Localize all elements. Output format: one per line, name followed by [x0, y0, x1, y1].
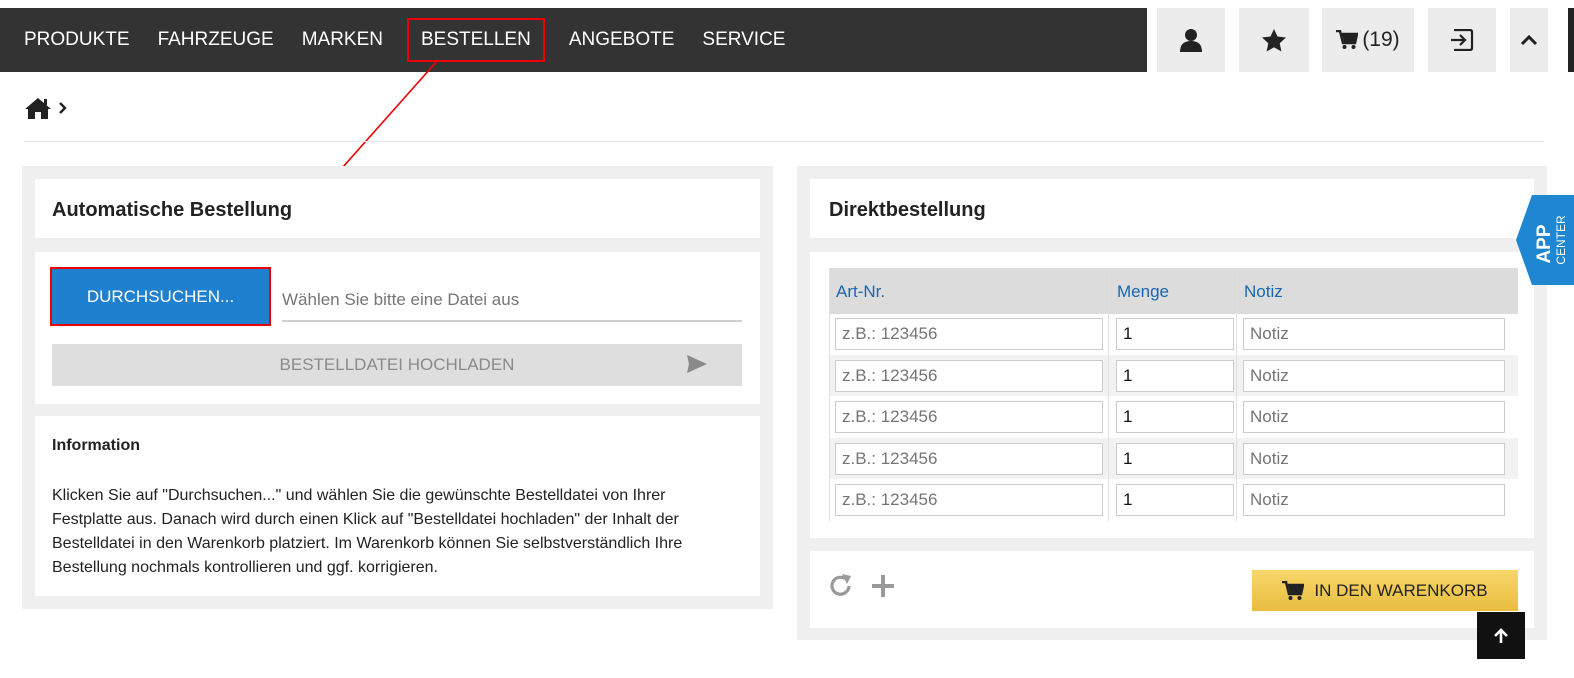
scroll-to-top-button[interactable] — [1477, 612, 1525, 659]
direct-order-header: Direktbestellung — [810, 179, 1534, 238]
upload-order-file-button[interactable]: BESTELLDATEI HOCHLADEN — [52, 344, 742, 386]
direct-order-title: Direktbestellung — [829, 199, 986, 221]
quantity-input[interactable] — [1116, 360, 1234, 392]
artnr-input[interactable] — [835, 484, 1103, 516]
cart-icon — [1282, 580, 1305, 600]
table-border — [1236, 268, 1237, 521]
quantity-input[interactable] — [1116, 484, 1234, 516]
info-text: Klicken Sie auf "Durchsuchen..." und wäh… — [52, 487, 683, 576]
artnr-input[interactable] — [835, 443, 1103, 475]
auto-order-header: Automatische Bestellung — [35, 179, 760, 238]
home-icon[interactable] — [24, 96, 52, 120]
send-icon — [687, 355, 707, 373]
quantity-input[interactable] — [1116, 318, 1234, 350]
browse-button[interactable]: DURCHSUCHEN... — [50, 267, 271, 326]
add-to-cart-label: IN DEN WARENKORB — [1314, 580, 1488, 600]
note-input[interactable] — [1243, 318, 1505, 350]
column-header-artnr: Art-Nr. — [836, 282, 886, 301]
app-center-tab[interactable]: APP CENTER — [1514, 195, 1574, 285]
quantity-input[interactable] — [1116, 443, 1234, 475]
note-input[interactable] — [1243, 360, 1505, 392]
upload-button-label: BESTELLDATEI HOCHLADEN — [279, 355, 515, 374]
arrow-up-icon — [1494, 627, 1508, 643]
note-input[interactable] — [1243, 484, 1505, 516]
column-header-notiz: Notiz — [1244, 282, 1283, 301]
artnr-input[interactable] — [835, 360, 1103, 392]
column-header-menge: Menge — [1117, 282, 1169, 301]
table-border — [1108, 268, 1109, 521]
table-header — [829, 268, 1518, 314]
artnr-input[interactable] — [835, 401, 1103, 433]
artnr-input[interactable] — [835, 318, 1103, 350]
app-center-line1: APP — [1534, 224, 1555, 264]
auto-order-title: Automatische Bestellung — [52, 199, 293, 221]
breadcrumb — [24, 96, 68, 120]
note-input[interactable] — [1243, 401, 1505, 433]
app-center-line2: CENTER — [1554, 215, 1568, 265]
add-row-icon[interactable] — [871, 574, 895, 598]
divider — [24, 141, 1544, 142]
info-title: Information — [52, 437, 140, 454]
table-border — [829, 268, 830, 521]
file-path-input[interactable] — [282, 280, 742, 322]
note-input[interactable] — [1243, 443, 1505, 475]
chevron-right-icon — [59, 102, 67, 114]
add-to-cart-button[interactable]: IN DEN WARENKORB — [1252, 570, 1518, 611]
reset-icon[interactable] — [828, 573, 854, 599]
quantity-input[interactable] — [1116, 401, 1234, 433]
